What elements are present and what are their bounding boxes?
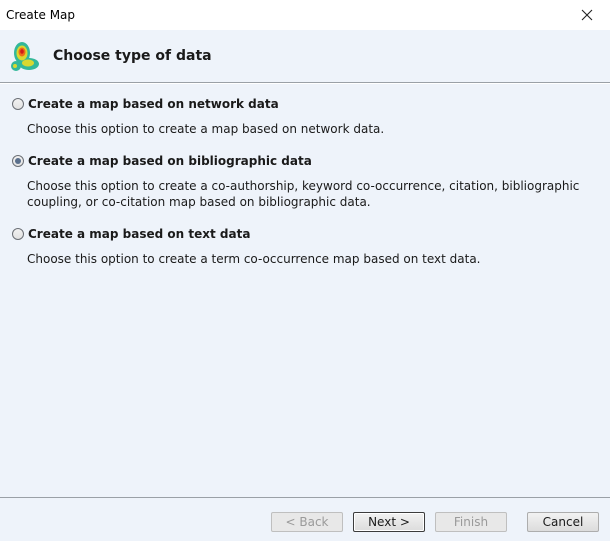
radio-network[interactable] xyxy=(12,98,24,110)
close-button[interactable] xyxy=(564,0,610,30)
option-network-label[interactable]: Create a map based on network data xyxy=(28,97,279,111)
cancel-button[interactable]: Cancel xyxy=(527,512,599,532)
radio-bibliographic[interactable] xyxy=(12,155,24,167)
option-network-description: Choose this option to create a map based… xyxy=(27,122,385,136)
options-panel: Create a map based on network data Choos… xyxy=(0,84,610,497)
button-bar: < Back Next > Finish Cancel xyxy=(0,497,610,541)
option-bibliographic-description: Choose this option to create a co-author… xyxy=(27,179,580,209)
option-text-label[interactable]: Create a map based on text data xyxy=(28,227,250,241)
radio-text[interactable] xyxy=(12,228,24,240)
back-button[interactable]: < Back xyxy=(271,512,343,532)
option-text-description: Choose this option to create a term co-o… xyxy=(27,252,481,266)
title-bar: Create Map xyxy=(0,0,610,30)
close-icon xyxy=(581,9,593,21)
page-title: Choose type of data xyxy=(53,48,212,64)
window-title: Create Map xyxy=(6,8,76,22)
next-button[interactable]: Next > xyxy=(353,512,425,532)
density-map-icon xyxy=(11,42,39,71)
wizard-header: Choose type of data xyxy=(0,30,610,83)
finish-button[interactable]: Finish xyxy=(435,512,507,532)
option-bibliographic-label[interactable]: Create a map based on bibliographic data xyxy=(28,154,312,168)
